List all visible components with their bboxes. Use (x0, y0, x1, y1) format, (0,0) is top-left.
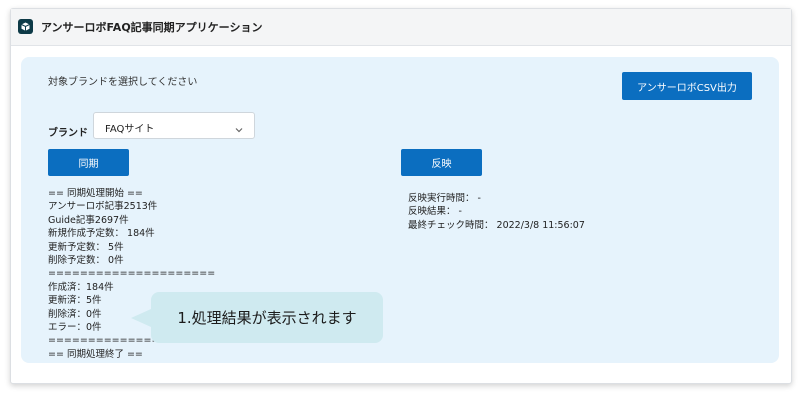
log-line: 新規作成予定数： 184件 (48, 228, 155, 240)
chevron-down-icon (234, 120, 244, 139)
cube-icon (18, 19, 33, 34)
log-line: 更新予定数： 5件 (48, 241, 124, 253)
brand-label: ブランド (48, 128, 88, 139)
apply-button[interactable]: 反映 (401, 149, 482, 176)
result-line: 反映結果： - (408, 206, 462, 218)
log-line: Guide記事2697件 (48, 214, 129, 226)
title-bar: アンサーロボFAQ記事同期アプリケーション (11, 9, 791, 46)
log-line: == 同期処理開始 == (48, 188, 143, 199)
brand-select[interactable]: FAQサイト (93, 112, 255, 139)
select-brand-label: 対象ブランドを選択してください (48, 77, 198, 88)
app-title: アンサーロボFAQ記事同期アプリケーション (41, 21, 263, 34)
result-line: 反映実行時間： - (408, 193, 481, 204)
log-line: アンサーロボ記事2513件 (48, 201, 158, 213)
log-line: 削除予定数： 0件 (48, 255, 124, 267)
app-window: アンサーロボFAQ記事同期アプリケーション 対象ブランドを選択してください アン… (10, 8, 792, 384)
csv-export-button[interactable]: アンサーロボCSV出力 (622, 72, 752, 100)
result-line: 最終チェック時間： 2022/3/8 11:56:07 (408, 219, 585, 231)
log-line: ===================== (48, 268, 216, 280)
apply-result: 反映実行時間： - 反映結果： - 最終チェック時間： 2022/3/8 11:… (408, 192, 585, 232)
log-line: == 同期処理終了 == (48, 348, 143, 360)
callout-tooltip: 1.処理結果が表示されます (131, 292, 383, 343)
sync-button[interactable]: 同期 (48, 149, 129, 176)
brand-select-value: FAQサイト (105, 124, 155, 135)
